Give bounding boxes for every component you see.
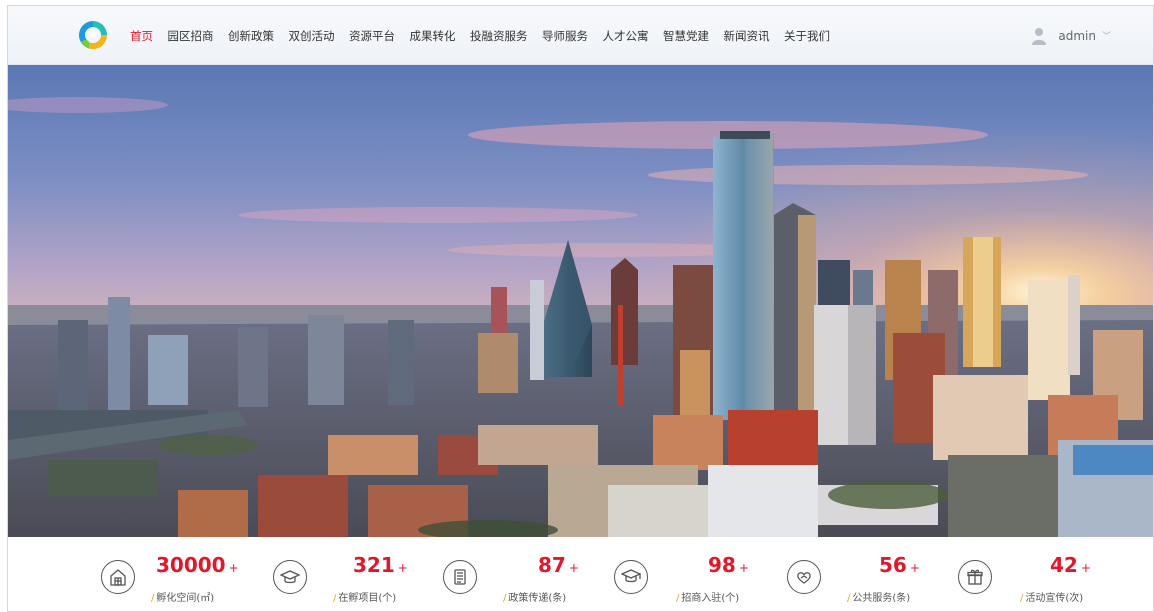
chevron-down-icon: ﹀	[1101, 32, 1111, 42]
stat-value: 321 +	[353, 553, 408, 577]
stat-value: 56 +	[879, 553, 920, 577]
nav-item-entrepreneurship-events[interactable]: 双创活动	[289, 28, 335, 44]
stats-bar: 30000 + / 孵化空间(㎡) 321 + / 在孵项目(个) 87 + / 政策传递(…	[8, 537, 1153, 611]
stat-label: / 在孵项目(个)	[333, 593, 397, 604]
mortarboard-icon	[614, 560, 648, 594]
nav-item-smart-party[interactable]: 智慧党建	[663, 28, 709, 44]
logo-icon[interactable]	[76, 18, 110, 52]
nav-item-financing-services[interactable]: 投融资服务	[470, 28, 528, 44]
user-name: admin	[1058, 28, 1096, 43]
document-icon	[443, 560, 477, 594]
stat-value: 42 +	[1050, 553, 1091, 577]
stat-value: 30000 +	[156, 553, 239, 577]
user-avatar-icon	[1032, 27, 1047, 45]
nav-item-resource-platform[interactable]: 资源平台	[349, 28, 395, 44]
heart-hands-icon	[787, 560, 821, 594]
stat-value: 98 +	[708, 553, 749, 577]
nav-item-news[interactable]: 新闻资讯	[724, 28, 770, 44]
nav-item-about-us[interactable]: 关于我们	[784, 28, 830, 44]
stat-label: / 活动宣传(次)	[1020, 593, 1084, 604]
gift-icon	[958, 560, 992, 594]
page-frame: 首页 园区招商 创新政策 双创活动 资源平台 成果转化 投融资服务 导师服务 人…	[7, 5, 1154, 612]
nav-item-achievement-transfer[interactable]: 成果转化	[410, 28, 456, 44]
city-skyline-image	[8, 65, 1153, 537]
main-nav: 首页 园区招商 创新政策 双创活动 资源平台 成果转化 投融资服务 导师服务 人…	[130, 6, 845, 65]
user-menu[interactable]: admin ﹀	[1032, 6, 1111, 65]
nav-item-park-investment[interactable]: 园区招商	[168, 28, 214, 44]
nav-item-innovation-policy[interactable]: 创新政策	[228, 28, 274, 44]
nav-item-talent-apartment[interactable]: 人才公寓	[603, 28, 649, 44]
nav-item-home[interactable]: 首页	[130, 28, 153, 44]
stat-label: / 公共服务(条)	[847, 593, 911, 604]
stat-label: / 招商入驻(个)	[676, 593, 740, 604]
stat-label: / 孵化空间(㎡)	[151, 593, 215, 604]
building-icon	[101, 560, 135, 594]
stat-value: 87 +	[538, 553, 579, 577]
hero-banner	[8, 65, 1153, 537]
nav-item-mentor-services[interactable]: 导师服务	[542, 28, 588, 44]
stat-label: / 政策传递(条)	[503, 593, 567, 604]
top-navbar: 首页 园区招商 创新政策 双创活动 资源平台 成果转化 投融资服务 导师服务 人…	[8, 6, 1153, 65]
graduation-cap-icon	[273, 560, 307, 594]
